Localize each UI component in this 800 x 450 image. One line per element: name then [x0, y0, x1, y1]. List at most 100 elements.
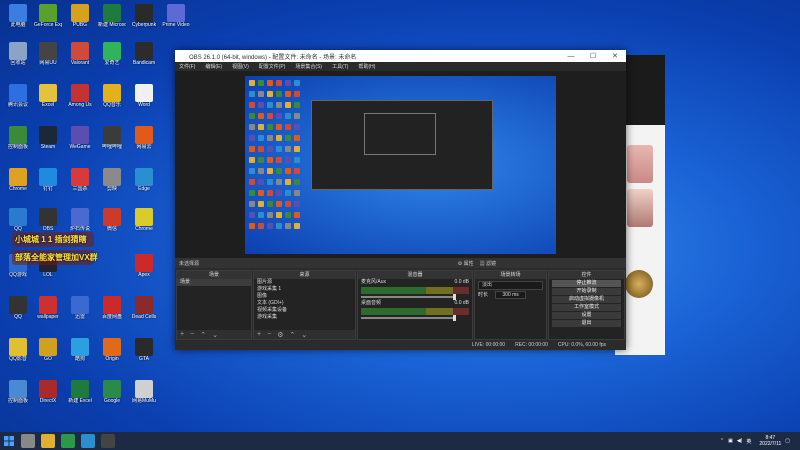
desktop-icon[interactable]: 哔哩哔哩	[98, 126, 126, 152]
desktop-icon[interactable]: GO	[34, 338, 62, 364]
obs-taskbar-icon[interactable]	[101, 434, 115, 448]
obs-window[interactable]: OBS 26.1.0 (64-bit, windows) - 配置文件: 未命名…	[175, 50, 626, 350]
desktop-icon[interactable]: 微信	[98, 208, 126, 234]
add-icon[interactable]: +	[257, 331, 261, 338]
move-down-icon[interactable]: ⌄	[301, 331, 307, 339]
desktop-icon[interactable]: QQ	[4, 208, 32, 234]
desktop-icon[interactable]: 控制面板	[4, 126, 32, 152]
desktop-icon[interactable]: Prime Video	[162, 4, 190, 30]
desktop-icon[interactable]: 回收站	[4, 42, 32, 68]
start-recording-button[interactable]: 开始录制	[552, 288, 621, 295]
desktop-icon[interactable]: Valorant	[66, 42, 94, 68]
lion-emblem-icon[interactable]	[625, 270, 653, 298]
source-item[interactable]: 游戏采集 1	[254, 286, 355, 293]
remove-icon[interactable]: −	[190, 331, 194, 338]
scene-item[interactable]: 场景	[177, 279, 251, 286]
desktop-volume-slider[interactable]	[361, 315, 456, 321]
desktop-icon[interactable]: OBS	[34, 208, 62, 234]
duration-input[interactable]: 300 ms	[495, 291, 526, 299]
move-up-icon[interactable]: ⌃	[200, 331, 206, 339]
studio-mode-button[interactable]: 工作室模式	[552, 304, 621, 311]
desktop-icon[interactable]: Origin	[98, 338, 126, 364]
slider-knob[interactable]	[453, 315, 456, 321]
source-item[interactable]: 图片源	[254, 279, 355, 286]
desktop-icon[interactable]: Cyberpunk	[130, 4, 158, 30]
menu-help[interactable]: 帮助(H)	[358, 63, 375, 70]
desktop-icon[interactable]: 网易UU	[34, 42, 62, 68]
menu-profile[interactable]: 配置文件(P)	[259, 63, 286, 70]
wechat-icon[interactable]	[61, 434, 75, 448]
desktop-icon[interactable]: DirectX	[34, 380, 62, 406]
network-icon[interactable]: ▣	[728, 438, 733, 444]
desktop-icon[interactable]: Chrome	[130, 208, 158, 234]
desktop-icon[interactable]: QQ	[4, 296, 32, 322]
input-language[interactable]: 英	[746, 438, 751, 445]
properties-button[interactable]: ⚙ 属性	[458, 260, 474, 267]
desktop-icon[interactable]: Edge	[130, 168, 158, 194]
desktop-icon[interactable]: Word	[130, 84, 158, 110]
desktop-icon[interactable]: 网易云	[130, 126, 158, 152]
transition-select[interactable]: 淡出	[478, 281, 543, 290]
exit-button[interactable]: 退出	[552, 320, 621, 327]
remove-icon[interactable]: −	[267, 331, 271, 338]
desktop-icon[interactable]: 此电脑	[4, 4, 32, 30]
file-explorer-icon[interactable]	[41, 434, 55, 448]
desktop-icon[interactable]: Steam	[34, 126, 62, 152]
volume-icon[interactable]: ◀)	[737, 438, 743, 444]
settings-button[interactable]: 设置	[552, 312, 621, 319]
desktop-icon[interactable]: Bandicam	[130, 42, 158, 68]
desktop-icon[interactable]: 酷狗	[66, 338, 94, 364]
desktop-icon[interactable]: 网易MuMu	[130, 380, 158, 406]
menu-edit[interactable]: 编辑(E)	[205, 63, 222, 70]
obs-preview[interactable]	[175, 71, 626, 259]
menu-tools[interactable]: 工具(T)	[332, 63, 348, 70]
desktop-icon[interactable]: Excel	[34, 84, 62, 110]
mic-volume-slider[interactable]	[361, 294, 456, 300]
desktop-icon[interactable]: Google	[98, 380, 126, 406]
desktop-icon[interactable]: GeForce Experience	[34, 4, 62, 30]
desktop-icon[interactable]: Chrome	[4, 168, 32, 194]
source-item[interactable]: 视频采集设备	[254, 307, 355, 314]
desktop-icon[interactable]: PUBG	[66, 4, 94, 30]
search-icon[interactable]	[21, 434, 35, 448]
minimize-icon[interactable]: —	[560, 53, 582, 60]
edge-icon[interactable]	[81, 434, 95, 448]
desktop-icon[interactable]: 爱奇艺	[98, 42, 126, 68]
desktop-icon[interactable]: 新建 Microsoft Excel	[98, 4, 126, 30]
desktop-icon[interactable]: 百度网盘	[98, 296, 126, 322]
notification-icon[interactable]: ▢	[785, 438, 790, 444]
desktop-icon[interactable]: wallpaper	[34, 296, 62, 322]
desktop-icon[interactable]: 迅雷	[66, 296, 94, 322]
thumbnail-image[interactable]	[627, 189, 653, 227]
start-button[interactable]	[0, 432, 18, 450]
desktop-icon[interactable]: 钉钉	[34, 168, 62, 194]
filters-button[interactable]: ▦ 滤镜	[480, 260, 496, 267]
desktop-icon[interactable]: WeGame	[66, 126, 94, 152]
source-item[interactable]: 游戏采集	[254, 314, 355, 321]
desktop-icon[interactable]: Apex	[130, 254, 158, 280]
source-item[interactable]: 图像	[254, 293, 355, 300]
desktop-icon[interactable]: 新建 Excel	[66, 380, 94, 406]
menu-file[interactable]: 文件(F)	[179, 63, 195, 70]
add-icon[interactable]: +	[180, 331, 184, 338]
move-up-icon[interactable]: ⌃	[289, 331, 295, 339]
desktop-icon[interactable]: Dead Cells	[130, 296, 158, 322]
desktop-icon[interactable]: QQ影音	[4, 338, 32, 364]
stop-streaming-button[interactable]: 停止推流	[552, 280, 621, 287]
desktop-icon[interactable]: 控制面板	[4, 380, 32, 406]
virtual-camera-button[interactable]: 启动虚拟摄像机	[552, 296, 621, 303]
slider-knob[interactable]	[453, 294, 456, 300]
desktop-icon[interactable]: Among Us	[66, 84, 94, 110]
clock[interactable]: 8:47 2022/7/11	[759, 435, 781, 447]
desktop-icon[interactable]: QQ音乐	[98, 84, 126, 110]
chevron-up-icon[interactable]: ⌃	[720, 438, 724, 444]
gear-icon[interactable]: ⚙	[277, 331, 283, 339]
source-item[interactable]: 文本 (GDI+)	[254, 300, 355, 307]
desktop-icon[interactable]: 炉石传说	[66, 208, 94, 234]
desktop-icon[interactable]: GTA	[130, 338, 158, 364]
desktop-icon[interactable]: 剪映	[98, 168, 126, 194]
thumbnail-image[interactable]	[627, 145, 653, 183]
desktop-icon[interactable]: 腾讯会议	[4, 84, 32, 110]
menu-scene-collection[interactable]: 场景集合(S)	[295, 63, 322, 70]
maximize-icon[interactable]: ☐	[582, 52, 604, 60]
